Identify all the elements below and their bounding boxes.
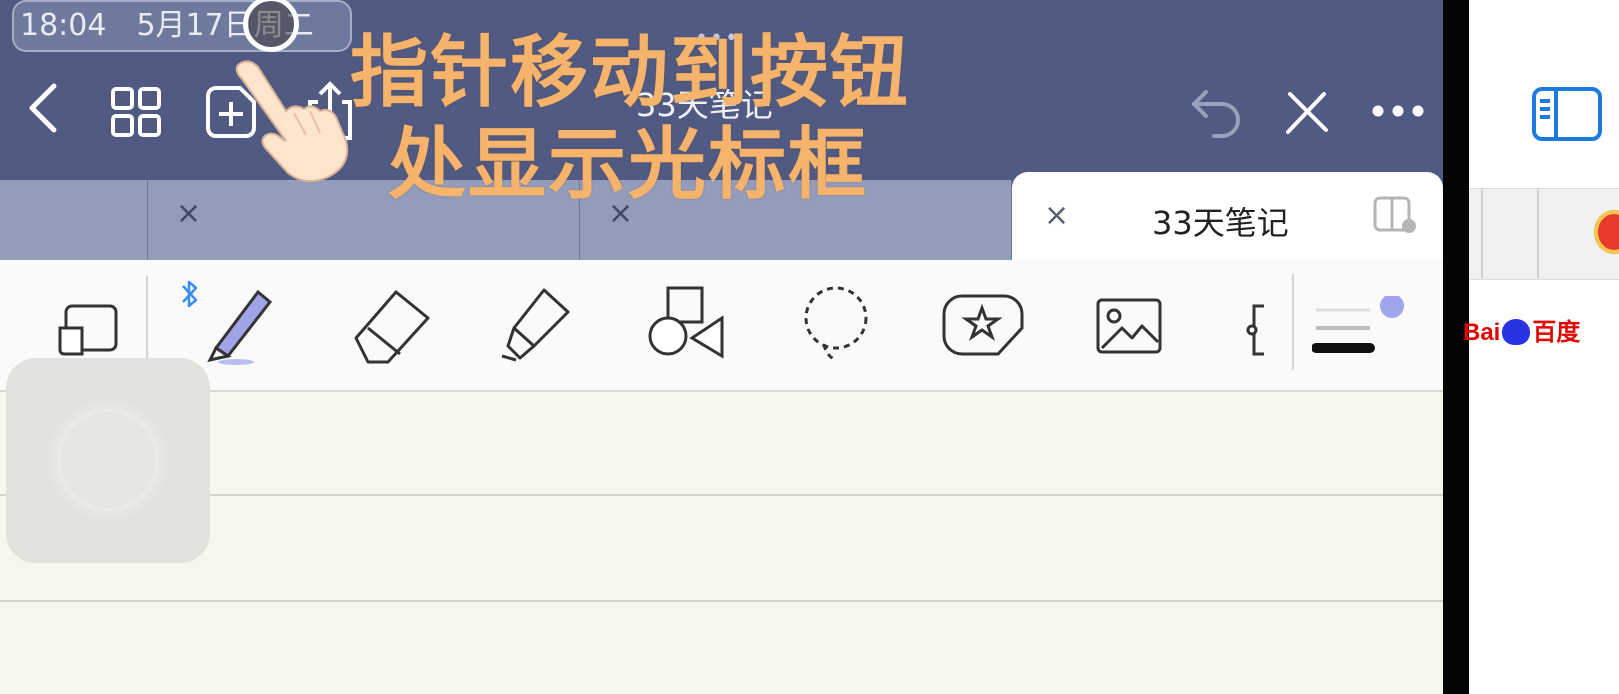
notes-app: 18:04 5月17日周二 ••• 33天笔记 × × × 33天笔记 指针移动… (0, 0, 1443, 694)
baidu-logo[interactable]: Bai 百度 (1463, 312, 1580, 347)
tab-close-icon[interactable]: × (176, 196, 201, 231)
grid-view-icon[interactable] (110, 86, 162, 138)
tab-hidden[interactable] (0, 180, 148, 260)
tab-close-icon[interactable]: × (1044, 198, 1069, 233)
bluetooth-icon (180, 278, 200, 314)
stroke-style-icon[interactable] (1311, 294, 1412, 362)
toolbar-divider (146, 276, 148, 368)
baidu-paw-icon (1502, 318, 1531, 345)
assistive-touch-button[interactable] (6, 358, 210, 563)
highlighter-tool-icon[interactable] (498, 284, 578, 368)
pencil-toggle-icon[interactable] (1282, 86, 1332, 138)
toolbar-divider (1292, 274, 1294, 370)
tab-active[interactable]: × 33天笔记 (1012, 172, 1443, 260)
tab-separator (1537, 188, 1539, 278)
browser-panel: Bai 百度 (1443, 0, 1619, 694)
shapes-tool-icon[interactable] (646, 284, 726, 368)
eraser-tool-icon[interactable] (350, 286, 434, 368)
sticker-tool-icon[interactable] (942, 294, 1024, 360)
text-tool-icon[interactable] (1244, 304, 1266, 360)
caption-line-2: 处显示光标框 (388, 120, 869, 210)
ruled-line (0, 600, 1443, 602)
lasso-tool-icon[interactable] (800, 286, 872, 366)
pen-tool-icon[interactable] (206, 282, 278, 370)
page-layout-icon[interactable] (56, 304, 120, 362)
split-view-icon[interactable] (1373, 196, 1417, 238)
ruled-line (0, 494, 1443, 496)
tab-label: 33天笔记 (1152, 204, 1289, 242)
more-icon[interactable] (1372, 104, 1424, 118)
assistive-touch-core (60, 412, 156, 508)
status-bar: 18:04 5月17日周二 (12, 0, 352, 52)
status-time: 18:04 (20, 8, 107, 43)
sidebar-toggle-icon[interactable] (1532, 87, 1602, 145)
image-tool-icon[interactable] (1096, 298, 1162, 358)
tab-separator (1481, 188, 1483, 278)
hand-pointer-icon (228, 55, 358, 189)
undo-icon[interactable] (1190, 86, 1244, 138)
back-icon[interactable] (24, 82, 60, 134)
toolbar (0, 260, 1443, 392)
